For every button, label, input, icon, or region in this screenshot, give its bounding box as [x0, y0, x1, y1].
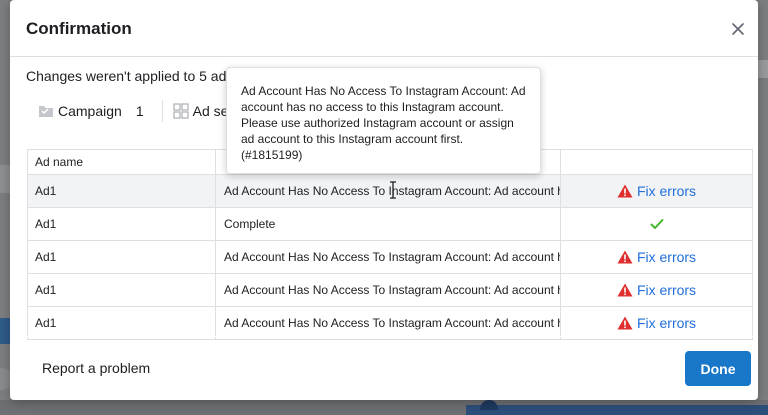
close-icon [732, 23, 744, 35]
background-button [0, 318, 10, 344]
warning-icon [617, 283, 633, 297]
results-table: Ad name Ad1 Ad Account Has No Access To … [27, 149, 753, 340]
filter-label: Campaign [58, 103, 122, 119]
action-cell: Fix errors [561, 307, 752, 339]
action-cell [561, 208, 752, 240]
report-problem-link[interactable]: Report a problem [42, 360, 150, 376]
fix-errors-link[interactable]: Fix errors [617, 249, 696, 265]
ad-name-cell: Ad1 [28, 175, 216, 207]
table-row: Ad1 Ad Account Has No Access To Instagra… [28, 306, 752, 339]
error-tooltip: Ad Account Has No Access To Instagram Ac… [226, 67, 541, 174]
confirmation-dialog: Confirmation Changes weren't applied to … [10, 0, 758, 400]
action-cell: Fix errors [561, 175, 752, 207]
fix-errors-link[interactable]: Fix errors [617, 282, 696, 298]
column-header-action [561, 150, 752, 174]
status-message: Changes weren't applied to 5 ad [26, 68, 227, 84]
tooltip-line: (#1815199) [241, 148, 303, 162]
ad-name-cell: Ad1 [28, 307, 216, 339]
done-button[interactable]: Done [685, 351, 751, 386]
fix-errors-link[interactable]: Fix errors [617, 183, 696, 199]
dialog-title: Confirmation [26, 19, 132, 38]
ad-name-cell: Ad1 [28, 208, 216, 240]
background-panel [758, 60, 768, 78]
fix-errors-label: Fix errors [636, 315, 697, 331]
status-cell: Ad Account Has No Access To Instagram Ac… [216, 241, 561, 273]
footer-divider [10, 336, 758, 337]
status-cell: Ad Account Has No Access To Instagram Ac… [216, 307, 561, 339]
checkmark-icon [650, 219, 663, 229]
text-cursor-icon [390, 181, 396, 199]
status-cell: Complete [216, 208, 561, 240]
background-button [466, 405, 768, 415]
table-row: Ad1 Ad Account Has No Access To Instagra… [28, 240, 752, 273]
fix-errors-label: Fix errors [636, 183, 697, 199]
status-cell: Ad Account Has No Access To Instagram Ac… [216, 274, 561, 306]
level-filters: Campaign 1 Ad se [38, 100, 228, 122]
tooltip-line: account has no access to this Instagram … [241, 100, 504, 114]
filter-ad-sets[interactable]: Ad se [172, 103, 229, 119]
grid-icon [172, 103, 189, 119]
warning-icon [617, 250, 633, 264]
column-header-ad-name: Ad name [28, 150, 216, 174]
tooltip-line: Ad Account Has No Access To Instagram Ac… [241, 84, 526, 98]
filter-divider [161, 100, 163, 122]
tooltip-line: Please use authorized Instagram account … [241, 116, 514, 130]
filter-campaign[interactable]: Campaign 1 [38, 103, 144, 119]
action-cell: Fix errors [561, 274, 752, 306]
table-row: Ad1 Ad Account Has No Access To Instagra… [28, 273, 752, 306]
warning-icon [617, 316, 633, 330]
filter-label: Ad se [192, 103, 229, 119]
close-button[interactable] [727, 18, 749, 40]
folder-icon [39, 106, 53, 117]
fix-errors-link[interactable]: Fix errors [617, 315, 696, 331]
action-cell: Fix errors [561, 241, 752, 273]
filter-count: 1 [135, 103, 144, 119]
ad-name-cell: Ad1 [28, 241, 216, 273]
tooltip-line: ad account to this Instagram account fir… [241, 132, 464, 146]
fix-errors-label: Fix errors [636, 249, 697, 265]
fix-errors-label: Fix errors [636, 282, 697, 298]
table-row: Ad1 Complete [28, 207, 752, 240]
warning-icon [617, 184, 633, 198]
ad-name-cell: Ad1 [28, 274, 216, 306]
header-divider [10, 56, 758, 57]
